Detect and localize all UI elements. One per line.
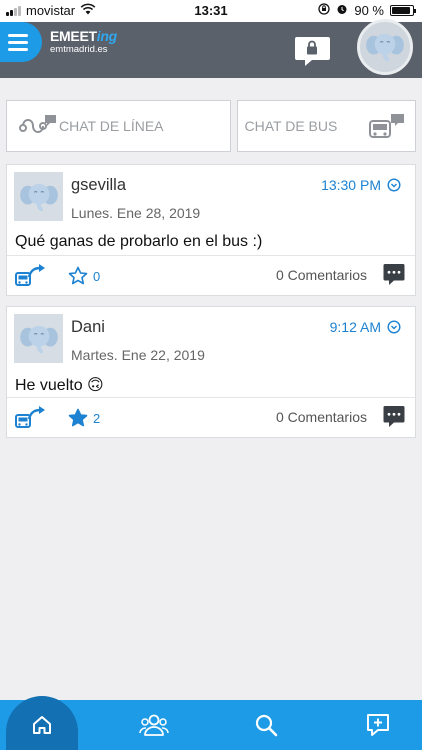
post-time: 9:12 AM <box>329 319 381 335</box>
elephant-avatar-icon <box>366 33 404 62</box>
comments-count[interactable]: 0 Comentarios <box>276 267 367 283</box>
star-filled-icon <box>68 408 88 427</box>
status-bar: movistar 13:31 90 % <box>0 0 422 22</box>
elephant-avatar-icon <box>19 325 58 353</box>
clock-chevron-icon[interactable] <box>387 320 401 339</box>
battery-icon <box>390 5 416 16</box>
bottom-tab-bar <box>0 696 422 750</box>
elephant-avatar-icon <box>19 183 58 211</box>
post-card[interactable]: gsevilla Lunes. Ene 28, 2019 13:30 PM Qu… <box>6 164 416 296</box>
tab-chat-linea-label: CHAT DE LÍNEA <box>59 118 164 134</box>
lock-chat-icon <box>295 37 330 66</box>
tab-search[interactable] <box>226 700 306 750</box>
comments-count[interactable]: 0 Comentarios <box>276 409 367 425</box>
alarm-icon <box>336 3 348 18</box>
author-avatar[interactable] <box>14 314 63 363</box>
share-bus-icon <box>15 406 45 428</box>
logo-brand-accent: ing <box>96 28 117 44</box>
app-header: EMEETing emtmadrid.es <box>0 19 422 78</box>
post-time: 13:30 PM <box>321 177 381 193</box>
comment-button[interactable] <box>383 263 405 292</box>
likes-count: 2 <box>93 411 101 426</box>
logo-brand: EMEET <box>50 28 97 44</box>
bus-chat-icon <box>369 113 405 144</box>
menu-icon <box>8 33 28 37</box>
post-card[interactable]: Dani Martes. Ene 22, 2019 9:12 AM He vue… <box>6 306 416 438</box>
like-button[interactable] <box>68 408 88 433</box>
route-chat-icon <box>19 114 57 143</box>
post-footer: 0 0 Comentarios <box>7 255 415 295</box>
post-author[interactable]: Dani <box>71 318 105 337</box>
tab-chat-bus-label: CHAT DE BUS <box>244 118 338 134</box>
post-author[interactable]: gsevilla <box>71 176 126 195</box>
lock-chat-button[interactable] <box>294 36 332 73</box>
star-outline-icon <box>68 266 88 285</box>
search-icon <box>255 714 278 737</box>
profile-avatar[interactable] <box>357 19 413 75</box>
new-chat-icon <box>367 714 389 736</box>
like-button[interactable] <box>68 266 88 291</box>
battery-percent: 90 % <box>354 3 384 18</box>
post-footer: 2 0 Comentarios <box>7 397 415 437</box>
share-bus-button[interactable] <box>15 405 47 436</box>
tab-people[interactable] <box>114 700 194 750</box>
post-date: Lunes. Ene 28, 2019 <box>71 205 201 221</box>
tab-chat-bus[interactable]: CHAT DE BUS <box>236 100 416 152</box>
comment-icon <box>383 264 405 285</box>
post-message: He vuelto 🙃 <box>15 377 104 394</box>
comment-button[interactable] <box>383 405 405 434</box>
clock-chevron-icon[interactable] <box>387 178 401 197</box>
people-icon <box>139 714 169 736</box>
chat-tabs: CHAT DE LÍNEA CHAT DE BUS <box>6 100 416 152</box>
share-bus-icon <box>15 264 45 286</box>
likes-count: 0 <box>93 269 101 284</box>
logo-subtitle: emtmadrid.es <box>50 44 108 55</box>
tab-home[interactable] <box>2 696 82 750</box>
orientation-lock-icon <box>318 3 331 18</box>
menu-button[interactable] <box>0 22 42 62</box>
share-bus-button[interactable] <box>15 263 47 294</box>
post-date: Martes. Ene 22, 2019 <box>71 347 205 363</box>
tab-chat-linea[interactable]: CHAT DE LÍNEA <box>6 100 231 152</box>
comment-icon <box>383 406 405 427</box>
author-avatar[interactable] <box>14 172 63 221</box>
tab-new-chat[interactable] <box>338 700 418 750</box>
home-icon <box>33 716 51 734</box>
post-message: Qué ganas de probarlo en el bus :) <box>15 233 263 250</box>
app-logo: EMEETing emtmadrid.es <box>50 29 117 55</box>
